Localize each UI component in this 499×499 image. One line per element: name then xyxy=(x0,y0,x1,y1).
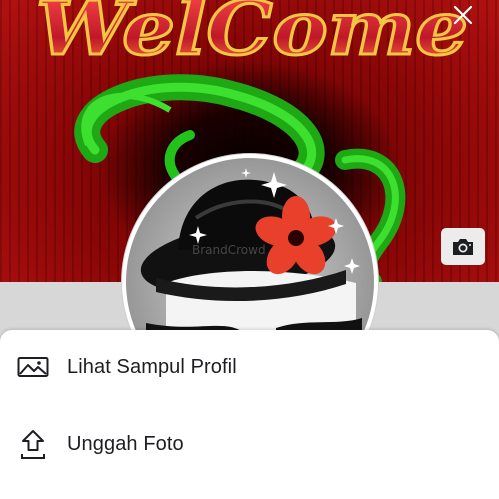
bottom-action-sheet: Lihat Sampul Profil Unggah Foto xyxy=(0,330,499,499)
menu-item-upload-photo[interactable]: Unggah Foto xyxy=(0,412,499,476)
camera-icon xyxy=(453,238,473,255)
watermark-text: BrandCrowd xyxy=(192,243,266,257)
menu-item-label: Lihat Sampul Profil xyxy=(67,355,237,378)
welcome-banner-text: WelCome xyxy=(36,0,468,72)
edit-cover-camera-button[interactable] xyxy=(441,228,485,265)
menu-item-label: Unggah Foto xyxy=(67,432,184,455)
close-button[interactable] xyxy=(448,2,478,28)
close-icon xyxy=(453,5,473,25)
image-icon xyxy=(16,350,50,384)
menu-item-view-cover[interactable]: Lihat Sampul Profil xyxy=(0,335,499,399)
upload-icon xyxy=(16,427,50,461)
